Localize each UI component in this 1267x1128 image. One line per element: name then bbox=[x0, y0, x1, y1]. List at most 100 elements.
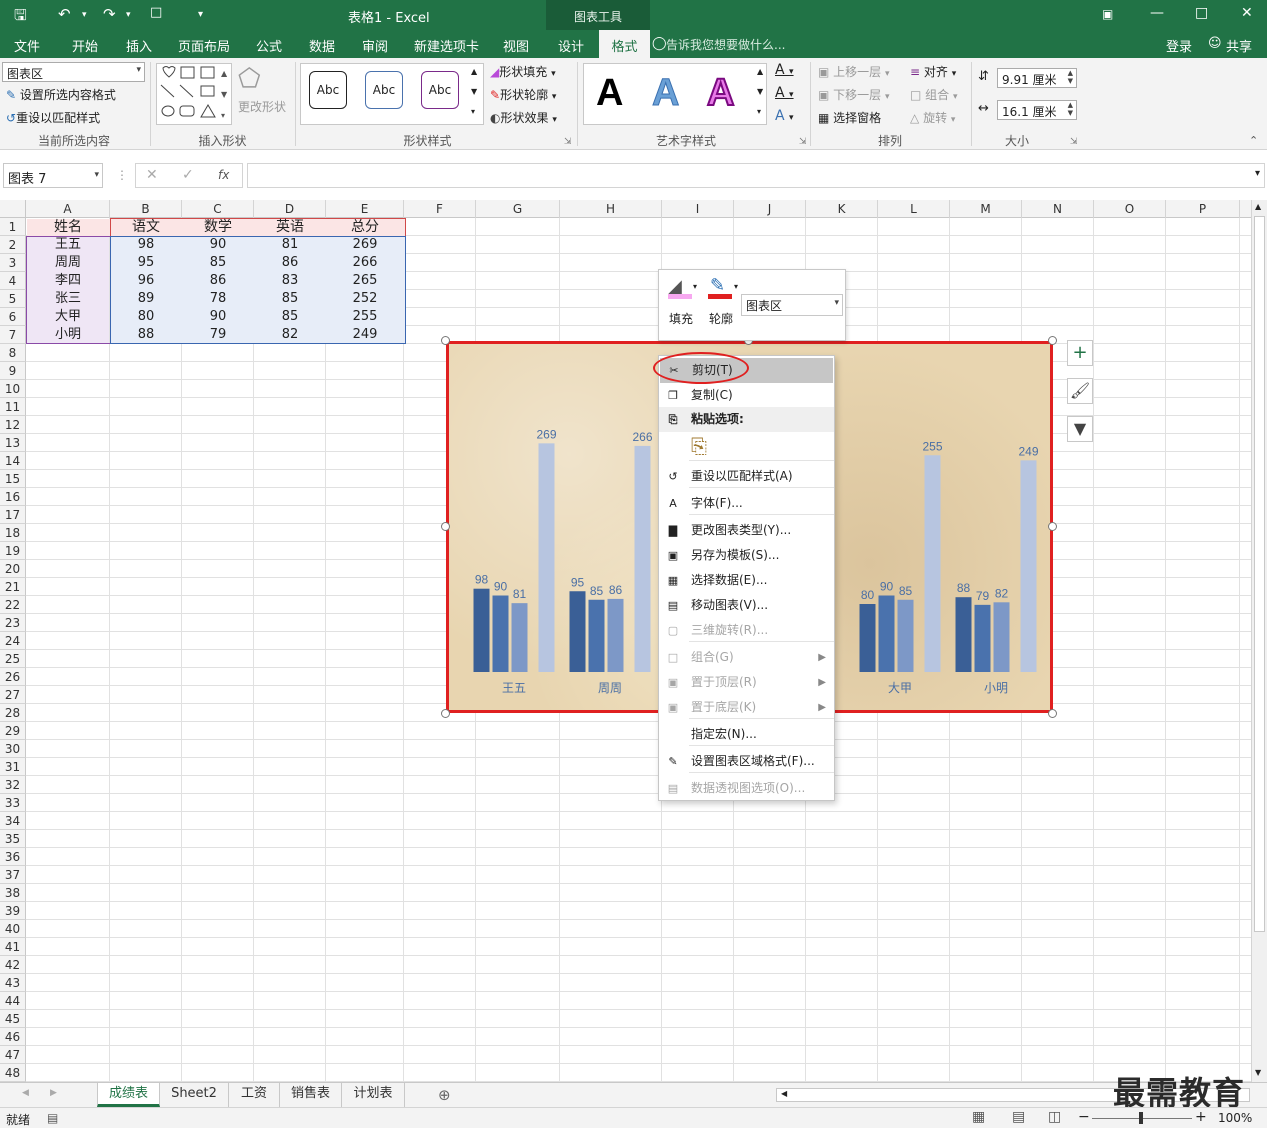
row-header-23[interactable]: 23 bbox=[0, 614, 26, 632]
menu-item-10[interactable]: □ 组合(G) ▶ bbox=[659, 645, 834, 670]
row-header-24[interactable]: 24 bbox=[0, 632, 26, 650]
bring-forward-button[interactable]: ▣ 上移一层 ▾ bbox=[818, 63, 890, 80]
tab-review[interactable]: 审阅 bbox=[362, 36, 388, 55]
bar-小明-1[interactable] bbox=[974, 604, 991, 672]
resize-handle-tr[interactable] bbox=[1048, 336, 1057, 345]
row-header-45[interactable]: 45 bbox=[0, 1010, 26, 1028]
row-header-9[interactable]: 9 bbox=[0, 362, 26, 380]
cancel-icon[interactable]: ✕ bbox=[146, 167, 158, 183]
save-icon[interactable]: 🖫 bbox=[14, 5, 27, 30]
shape-style-black[interactable]: Abc bbox=[309, 71, 347, 109]
row-header-1[interactable]: 1 bbox=[0, 218, 26, 236]
bar-周周-0[interactable] bbox=[569, 591, 586, 672]
table-cell[interactable]: 249 bbox=[326, 326, 404, 344]
wordart-style-blue[interactable]: A bbox=[651, 72, 679, 115]
zoom-out-button[interactable]: − bbox=[1078, 1109, 1090, 1125]
text-outline-icon[interactable]: A ▾ bbox=[775, 85, 794, 101]
table-cell[interactable]: 85 bbox=[254, 290, 326, 308]
chart-filters-button[interactable]: ▼ bbox=[1067, 416, 1093, 442]
row-header-37[interactable]: 37 bbox=[0, 866, 26, 884]
chart-styles-button[interactable]: 🖌 bbox=[1067, 378, 1093, 404]
minimize-icon[interactable]: — bbox=[1150, 5, 1164, 21]
column-header-J[interactable]: J bbox=[734, 200, 806, 218]
row-header-30[interactable]: 30 bbox=[0, 740, 26, 758]
row-header-40[interactable]: 40 bbox=[0, 920, 26, 938]
name-box[interactable]: 图表 7 ▾ bbox=[3, 163, 103, 188]
row-header-21[interactable]: 21 bbox=[0, 578, 26, 596]
spin-up-icon[interactable]: ▲ bbox=[1068, 69, 1073, 77]
reset-style-button[interactable]: ↺重设以匹配样式 bbox=[6, 109, 100, 126]
shape-style-purple[interactable]: Abc bbox=[421, 71, 459, 109]
gallery-down-icon[interactable]: ▼ bbox=[471, 87, 477, 96]
table-cell[interactable]: 80 bbox=[110, 308, 182, 326]
ribbon-display-icon[interactable]: ▣ bbox=[1102, 7, 1113, 21]
table-cell[interactable]: 88 bbox=[110, 326, 182, 344]
column-header-G[interactable]: G bbox=[476, 200, 560, 218]
column-header-K[interactable]: K bbox=[806, 200, 878, 218]
row-header-42[interactable]: 42 bbox=[0, 956, 26, 974]
row-header-44[interactable]: 44 bbox=[0, 992, 26, 1010]
width-input[interactable]: 16.1 厘米 ▲ ▼ bbox=[997, 100, 1077, 120]
table-header-cell[interactable]: 英语 bbox=[254, 218, 326, 236]
page-break-view-icon[interactable]: ◫ bbox=[1048, 1109, 1061, 1125]
row-header-15[interactable]: 15 bbox=[0, 470, 26, 488]
table-cell[interactable]: 张三 bbox=[26, 290, 110, 308]
sheet-tab-2[interactable]: 工资 bbox=[229, 1083, 280, 1107]
tab-data[interactable]: 数据 bbox=[309, 36, 335, 55]
tab-formulas[interactable]: 公式 bbox=[256, 36, 282, 55]
tab-view[interactable]: 视图 bbox=[503, 36, 529, 55]
bar-大甲-2[interactable] bbox=[897, 599, 914, 672]
column-header-E[interactable]: E bbox=[326, 200, 404, 218]
table-cell[interactable]: 89 bbox=[110, 290, 182, 308]
table-cell[interactable]: 85 bbox=[182, 254, 254, 272]
tab-design[interactable]: 设计 bbox=[558, 36, 584, 55]
row-header-46[interactable]: 46 bbox=[0, 1028, 26, 1046]
column-header-C[interactable]: C bbox=[182, 200, 254, 218]
gallery-up-icon[interactable]: ▲ bbox=[471, 67, 477, 76]
row-header-8[interactable]: 8 bbox=[0, 344, 26, 362]
wordart-style-pink[interactable]: A bbox=[706, 71, 735, 115]
add-sheet-icon[interactable]: ⊕ bbox=[438, 1086, 451, 1104]
menu-item-5[interactable]: ▇ 更改图表类型(Y)... bbox=[659, 518, 834, 543]
table-cell[interactable]: 265 bbox=[326, 272, 404, 290]
row-header-32[interactable]: 32 bbox=[0, 776, 26, 794]
bar-王五-3[interactable] bbox=[538, 443, 555, 672]
row-header-33[interactable]: 33 bbox=[0, 794, 26, 812]
shape-gallery[interactable]: ▲ ▼ ▾ bbox=[156, 63, 232, 125]
redo-dropdown-icon[interactable]: ▾ bbox=[126, 10, 131, 20]
table-header-cell[interactable]: 数学 bbox=[182, 218, 254, 236]
column-header-O[interactable]: O bbox=[1094, 200, 1166, 218]
select-all-corner[interactable] bbox=[0, 200, 26, 218]
row-header-3[interactable]: 3 bbox=[0, 254, 26, 272]
vertical-scrollbar[interactable]: ▲ ▼ bbox=[1251, 200, 1267, 1082]
row-header-5[interactable]: 5 bbox=[0, 290, 26, 308]
page-layout-view-icon[interactable]: ▤ bbox=[1012, 1109, 1025, 1125]
scroll-left-icon[interactable]: ◀ bbox=[781, 1089, 787, 1098]
formula-input[interactable]: ▾ bbox=[247, 163, 1265, 188]
resize-handle-br[interactable] bbox=[1048, 709, 1057, 718]
row-header-31[interactable]: 31 bbox=[0, 758, 26, 776]
menu-item-4[interactable]: A 字体(F)... bbox=[659, 491, 834, 516]
scroll-thumb[interactable] bbox=[1254, 216, 1265, 932]
text-fill-icon[interactable]: A ▾ bbox=[775, 62, 794, 78]
column-header-B[interactable]: B bbox=[110, 200, 182, 218]
table-cell[interactable]: 82 bbox=[254, 326, 326, 344]
table-cell[interactable]: 98 bbox=[110, 236, 182, 254]
normal-view-icon[interactable]: ▦ bbox=[972, 1109, 985, 1125]
shape-effects-button[interactable]: ◐形状效果 ▾ bbox=[490, 109, 557, 126]
row-header-16[interactable]: 16 bbox=[0, 488, 26, 506]
table-cell[interactable]: 小明 bbox=[26, 326, 110, 344]
menu-item-15[interactable]: ▤ 数据透视图选项(O)... bbox=[659, 776, 834, 801]
menu-item-9[interactable]: ▢ 三维旋转(R)... bbox=[659, 618, 834, 643]
bar-大甲-0[interactable] bbox=[859, 604, 876, 672]
insert-function-button[interactable]: fx bbox=[218, 168, 229, 182]
row-header-12[interactable]: 12 bbox=[0, 416, 26, 434]
bar-小明-0[interactable] bbox=[955, 597, 972, 672]
menu-item-12[interactable]: ▣ 置于底层(K) ▶ bbox=[659, 695, 834, 720]
menu-item-3[interactable]: ↺ 重设以匹配样式(A) bbox=[659, 464, 834, 489]
row-header-29[interactable]: 29 bbox=[0, 722, 26, 740]
resize-handle-right[interactable] bbox=[1048, 522, 1057, 531]
bar-王五-0[interactable] bbox=[473, 588, 490, 672]
row-header-17[interactable]: 17 bbox=[0, 506, 26, 524]
tab-new[interactable]: 新建选项卡 bbox=[414, 36, 479, 55]
